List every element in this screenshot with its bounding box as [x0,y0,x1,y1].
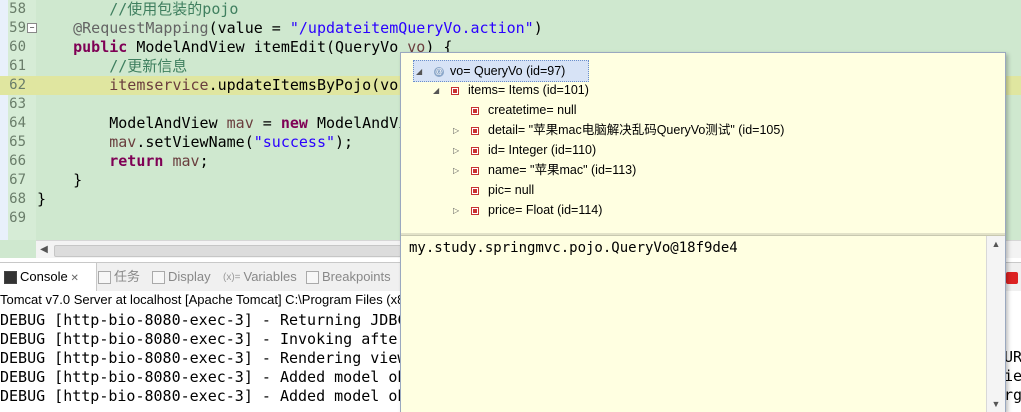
private-field-icon [471,106,479,115]
tab-display[interactable]: Display [148,263,222,291]
tree-node-label: detail= "苹果mac电脑解决乱码QueryVo测试" (id=105) [488,123,785,137]
line-number: 66 [9,153,26,169]
line-number: 62 [9,77,26,93]
tab--[interactable]: 任务 [94,263,150,291]
tree-node[interactable]: ◢ items= Items (id=101) [433,80,589,100]
code-text: } [37,171,83,189]
code-line[interactable]: 59− @RequestMapping(value = "/updateitem… [0,19,1021,38]
line-number: 58 [9,1,26,17]
close-icon[interactable]: ✕ [68,273,78,284]
tree-node-label: vo= QueryVo (id=97) [450,64,566,78]
collapse-icon[interactable]: ◢ [433,81,443,101]
tree-node-label: id= Integer (id=110) [488,143,597,157]
tab-breakpoints[interactable]: Breakpoints [302,263,402,291]
line-number: 59 [9,20,26,36]
console-line: DEBUG [http-bio-8080-exec-3] - Added mod… [0,368,407,386]
tree-node[interactable]: pic= null [453,180,534,200]
console-line: DEBUG [http-bio-8080-exec-3] - Rendering… [0,349,407,367]
private-field-icon [471,166,479,175]
code-text: public ModelAndView itemEdit(QueryVo vo)… [73,38,453,56]
private-field-icon [471,186,479,195]
console-line: DEBUG [http-bio-8080-exec-3] - Invoking … [0,330,407,348]
line-number: 67 [9,172,26,188]
console-overflow-line: URL [1004,348,1021,366]
tab-variables[interactable]: (x)= Variables [219,263,303,291]
code-text: //更新信息 [109,57,188,75]
tab-label: Console [20,269,68,284]
tab-label: Breakpoints [322,269,391,284]
local-variable-icon: @ [434,66,444,77]
detail-pane[interactable]: my.study.springmvc.pojo.QueryVo@18f9de4 … [401,235,1005,412]
line-number: 63 [9,96,26,112]
tab-label: Variables [243,269,297,284]
terminate-icon[interactable] [1006,272,1018,284]
private-field-icon [451,86,459,95]
expand-icon[interactable]: ▷ [453,201,463,221]
private-field-icon [471,146,479,155]
debug-hover-popup[interactable]: ◢ @ vo= QueryVo (id=97) ◢ items= Items (id=1… [400,52,1006,412]
console-line: DEBUG [http-bio-8080-exec-3] - Returning… [0,311,407,329]
line-number: 64 [9,115,26,131]
line-number: 69 [9,210,26,226]
tree-node[interactable]: ▷ detail= "苹果mac电脑解决乱码QueryVo测试" (id=105) [453,120,784,140]
code-text: @RequestMapping(value = "/updateitemQuer… [73,19,543,37]
expand-icon[interactable]: ▷ [453,121,463,141]
line-number: 60 [9,39,26,55]
tree-node[interactable]: ▷ price= Float (id=114) [453,200,602,220]
code-text: } [37,190,47,208]
variable-tree[interactable]: ◢ @ vo= QueryVo (id=97) ◢ items= Items (id=1… [401,53,1005,233]
console-overflow-text: URLierg [1004,348,1021,405]
collapse-icon[interactable]: ◢ [416,62,426,82]
tab-label: Display [168,269,211,284]
scroll-left-arrow-icon[interactable]: ◀ [36,241,52,258]
expand-icon[interactable]: ▷ [453,141,463,161]
tree-node[interactable]: ◢ @ vo= QueryVo (id=97) [413,60,589,82]
code-line[interactable]: 58 //使用包装的pojo [0,0,1021,19]
scrollbar-thumb[interactable] [54,245,436,257]
tree-node-label: items= Items (id=101) [468,83,589,97]
variables-icon: (x)= [223,271,241,283]
tree-node-label: pic= null [488,183,535,197]
code-text: mav.setViewName("success"); [109,133,354,151]
tree-node-label: price= Float (id=114) [488,203,603,217]
code-text: ModelAndView mav = new ModelAndVi [37,114,408,132]
console-overflow-line: rg [1004,386,1021,404]
tab-label: 任务 [114,269,141,284]
private-field-icon [471,126,479,135]
private-field-icon [471,206,479,215]
detail-value-text: my.study.springmvc.pojo.QueryVo@18f9de4 [409,240,738,256]
code-text: return mav; [109,152,209,170]
display-icon [152,271,165,285]
line-number: 61 [9,58,26,74]
console-icon [4,271,17,285]
code-text: itemservice.updateItemsByPojo(vo [109,76,399,94]
tasks-icon [98,271,111,285]
scroll-up-arrow-icon[interactable]: ▲ [987,236,1005,252]
breakpoints-icon [306,271,319,285]
tree-node[interactable]: createtime= null [453,100,577,120]
console-overflow-line: ie [1004,367,1021,385]
tab-console[interactable]: Console ✕ [0,263,97,291]
line-number: 68 [9,191,26,207]
code-text: //使用包装的pojo [109,0,239,18]
tree-node-label: name= "苹果mac" (id=113) [488,163,637,177]
tree-node-label: createtime= null [488,103,577,117]
tree-node[interactable]: ▷ name= "苹果mac" (id=113) [453,160,636,180]
tree-node[interactable]: ▷ id= Integer (id=110) [453,140,596,160]
line-number: 65 [9,134,26,150]
expand-icon[interactable]: ▷ [453,161,463,181]
fold-toggle-icon[interactable]: − [27,23,37,33]
console-line: DEBUG [http-bio-8080-exec-3] - Added mod… [0,387,407,405]
detail-vertical-scrollbar[interactable]: ▲ ▼ [986,236,1005,412]
